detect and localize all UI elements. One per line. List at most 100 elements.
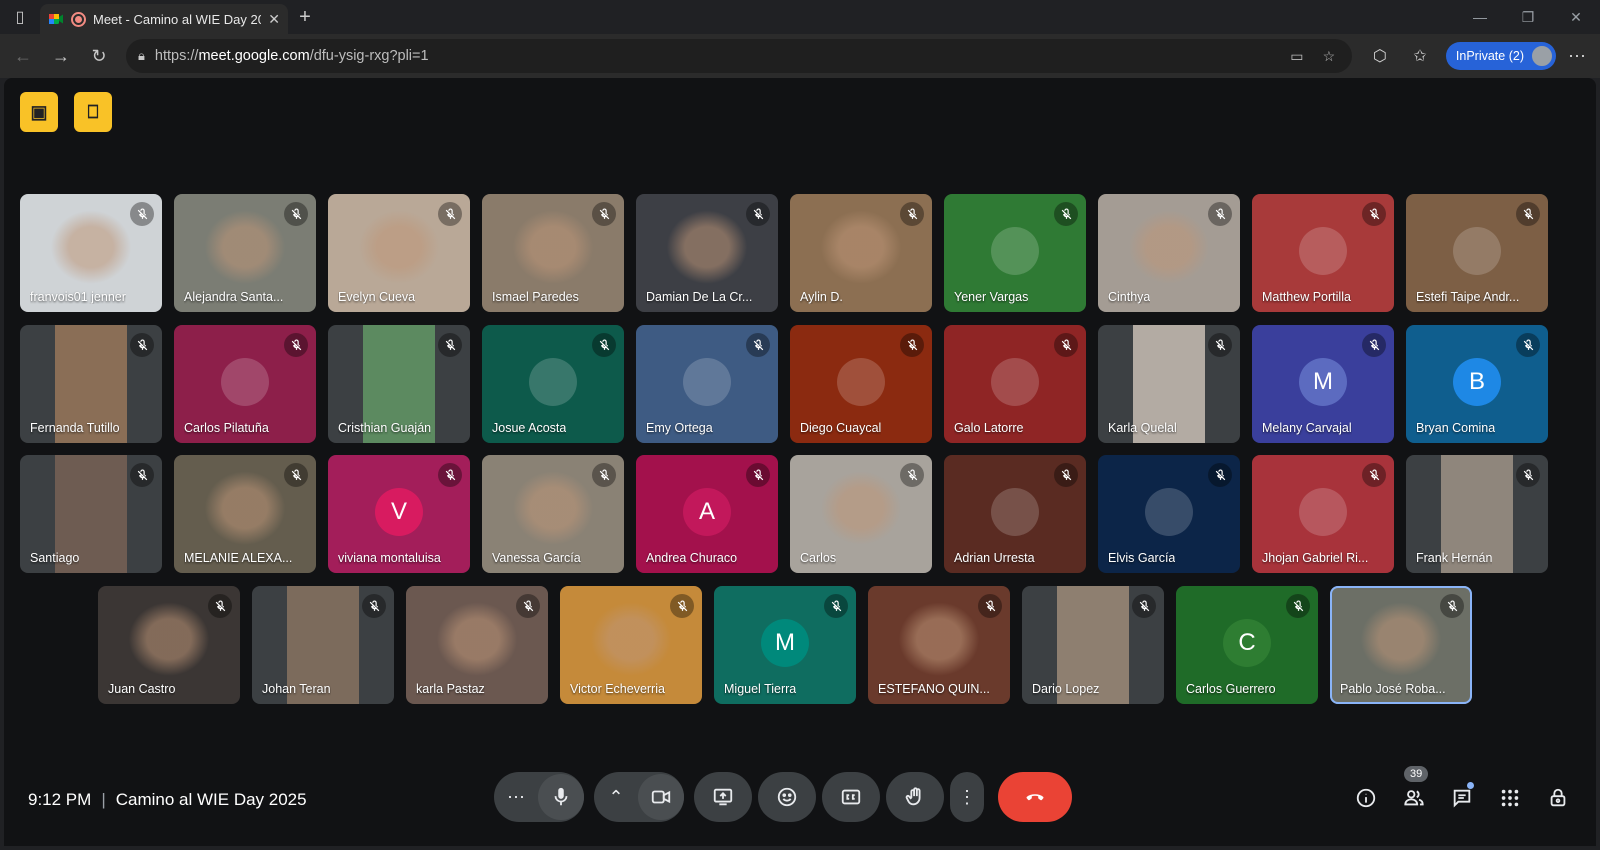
mic-off-icon — [746, 202, 770, 226]
extensions-icon[interactable]: ⬡ — [1362, 40, 1398, 72]
window-close-icon[interactable]: ✕ — [1552, 0, 1600, 34]
address-bar[interactable]: 🔒︎ https://meet.google.com/dfu-ysig-rxg?… — [126, 39, 1352, 73]
participant-tile[interactable]: Jhojan Gabriel Ri... — [1252, 455, 1394, 573]
participant-tile[interactable]: franvois01 jenner — [20, 194, 162, 312]
participant-tile[interactable]: Estefi Taipe Andr... — [1406, 194, 1548, 312]
participant-name: Frank Hernán — [1416, 551, 1493, 565]
raise-hand-button[interactable] — [886, 772, 944, 822]
participant-tile[interactable]: Damian De La Cr... — [636, 194, 778, 312]
participant-tile[interactable]: Johan Teran — [252, 586, 394, 704]
participant-avatar: C — [1223, 618, 1271, 667]
reload-icon[interactable]: ↻ — [82, 40, 116, 72]
participant-name: Ismael Paredes — [492, 290, 579, 304]
mic-off-icon — [208, 594, 232, 618]
participant-tile[interactable]: A Andrea Churaco — [636, 455, 778, 573]
participant-tile[interactable]: Vviviana montaluisa — [328, 455, 470, 573]
favorites-icon[interactable]: ✩ — [1402, 40, 1438, 72]
participant-avatar — [1299, 487, 1347, 536]
captions-button[interactable] — [822, 772, 880, 822]
browser-tabstrip: ▯ Meet - Camino al WIE Day 20 ✕ + — ❐ ✕ — [0, 0, 1600, 34]
chat-icon[interactable] — [1438, 778, 1486, 818]
participant-tile[interactable]: Carlos — [790, 455, 932, 573]
participant-name: Josue Acosta — [492, 421, 567, 435]
tab-meet[interactable]: Meet - Camino al WIE Day 20 ✕ — [40, 4, 288, 34]
back-icon[interactable]: ← — [6, 40, 40, 72]
mic-off-icon — [438, 463, 462, 487]
participant-tile[interactable]: Alejandra Santa... — [174, 194, 316, 312]
forward-icon[interactable]: → — [44, 40, 78, 72]
participant-tile[interactable]: Diego Cuaycal — [790, 325, 932, 443]
minimize-icon[interactable]: — — [1456, 0, 1504, 34]
participant-name: Juan Castro — [108, 682, 176, 696]
host-controls-icon[interactable] — [1534, 778, 1582, 818]
mic-off-icon — [1054, 463, 1078, 487]
participant-tile[interactable]: Dario Lopez — [1022, 586, 1164, 704]
participant-name: Melany Carvajal — [1262, 421, 1352, 435]
participant-tile[interactable]: karla Pastaz — [406, 586, 548, 704]
participant-tile[interactable]: ESTEFANO QUIN... — [868, 586, 1010, 704]
people-icon[interactable]: 39 — [1390, 766, 1438, 818]
plus-icon[interactable]: + — [288, 6, 322, 29]
url-host: meet.google.com — [198, 48, 310, 64]
sidebar-icon[interactable]: ▯ — [0, 0, 40, 34]
participant-tile[interactable]: M Melany Carvajal — [1252, 325, 1394, 443]
participant-tile[interactable]: Vanessa García — [482, 455, 624, 573]
participant-tile[interactable]: Josue Acosta — [482, 325, 624, 443]
inprivate-button[interactable]: InPrivate (2) — [1445, 42, 1556, 70]
participant-tile[interactable]: C Carlos Guerrero — [1176, 586, 1318, 704]
participant-tile[interactable]: Santiago — [20, 455, 162, 573]
mic-off-icon — [284, 333, 308, 357]
participant-tile[interactable]: Carlos Pilatuña — [174, 325, 316, 443]
mic-off-icon — [746, 463, 770, 487]
participant-tile[interactable]: Pablo José Roba... — [1330, 586, 1472, 704]
info-icon[interactable] — [1342, 778, 1390, 818]
close-icon[interactable]: ✕ — [268, 11, 280, 28]
lock-icon[interactable]: 🔒︎ — [138, 48, 145, 64]
url: https://meet.google.com/dfu-ysig-rxg?pli… — [155, 48, 429, 64]
participant-tile[interactable]: Adrian Urresta — [944, 455, 1086, 573]
present-screen-button[interactable] — [694, 772, 752, 822]
star-icon[interactable]: ☆ — [1318, 48, 1340, 65]
participant-tile[interactable]: Aylin D. — [790, 194, 932, 312]
participant-tile[interactable]: Elvis García — [1098, 455, 1240, 573]
mic-off-icon — [900, 202, 924, 226]
mic-off-icon — [592, 463, 616, 487]
end-call-button[interactable] — [998, 772, 1072, 822]
right-controls: 39 — [1342, 766, 1582, 818]
participant-tile[interactable]: Karla Quelal — [1098, 325, 1240, 443]
maximize-icon[interactable]: ❐ — [1504, 0, 1552, 34]
emoji-button[interactable] — [758, 772, 816, 822]
participant-tile[interactable]: Matthew Portilla — [1252, 194, 1394, 312]
participant-tile[interactable]: Ismael Paredes — [482, 194, 624, 312]
activities-grid-icon[interactable] — [1486, 778, 1534, 818]
mic-off-icon — [1516, 202, 1540, 226]
more-vert-button[interactable]: ⋮ — [950, 772, 984, 822]
participant-tile[interactable]: Emy Ortega — [636, 325, 778, 443]
participant-tile[interactable]: Juan Castro — [98, 586, 240, 704]
participant-tile[interactable]: Yener Vargas — [944, 194, 1086, 312]
camera-blocked-icon[interactable]: ▭ — [1286, 48, 1308, 65]
participant-tile[interactable]: Cinthya — [1098, 194, 1240, 312]
mic-off-icon — [900, 333, 924, 357]
participant-name: Andrea Churaco — [646, 551, 738, 565]
more-icon[interactable]: ⋯ — [1560, 46, 1594, 67]
participant-name: Carlos Guerrero — [1186, 682, 1276, 696]
participant-tile[interactable]: Victor Echeverria — [560, 586, 702, 704]
participant-tile[interactable]: MELANIE ALEXA... — [174, 455, 316, 573]
chevron-up-icon[interactable]: ⌃ — [594, 772, 638, 822]
microphone-icon[interactable] — [538, 774, 584, 820]
more-options-icon[interactable]: ⋯ — [494, 772, 538, 822]
participant-tile[interactable]: Fernanda Tutillo — [20, 325, 162, 443]
participant-tile[interactable]: Galo Latorre — [944, 325, 1086, 443]
participant-tile[interactable]: Evelyn Cueva — [328, 194, 470, 312]
mic-off-icon — [1208, 333, 1232, 357]
mic-off-icon — [130, 463, 154, 487]
door-icon[interactable]: ⎕ — [74, 92, 112, 132]
participant-tile[interactable]: Frank Hernán — [1406, 455, 1548, 573]
participant-tile[interactable]: M Miguel Tierra — [714, 586, 856, 704]
participant-tile[interactable]: Cristhian Guaján — [328, 325, 470, 443]
participant-name: Damian De La Cr... — [646, 290, 753, 304]
participant-tile[interactable]: B Bryan Comina — [1406, 325, 1548, 443]
film-off-icon[interactable]: ▣ — [20, 92, 58, 132]
camera-icon[interactable] — [638, 774, 684, 820]
